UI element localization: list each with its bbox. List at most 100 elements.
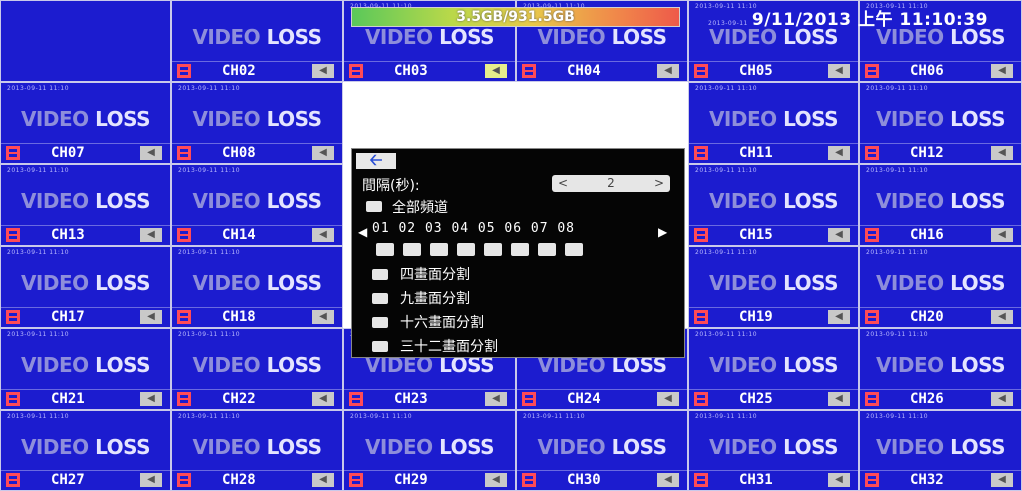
camera-tile[interactable]: 2013-09-11 11:10 VIDEO LOSS CH25 ◀	[688, 328, 859, 410]
speaker-icon[interactable]: ◀	[657, 473, 679, 487]
speaker-icon[interactable]: ◀	[312, 473, 334, 487]
tile-status-bar: CH03 ◀	[344, 61, 515, 81]
speaker-icon[interactable]: ◀	[485, 64, 507, 78]
speaker-icon[interactable]: ◀	[991, 64, 1013, 78]
increment-icon[interactable]: >	[654, 175, 664, 192]
loss-word: LOSS	[611, 435, 667, 459]
camera-tile[interactable]: VIDEO LOSS CH02 ◀	[171, 0, 343, 82]
channel-prev-icon[interactable]: ◀	[358, 225, 367, 239]
camera-tile[interactable]: 2013-09-11 11:10 VIDEO LOSS CH26 ◀	[859, 328, 1022, 410]
speaker-icon[interactable]: ◀	[312, 228, 334, 242]
speaker-icon[interactable]: ◀	[312, 64, 334, 78]
speaker-icon[interactable]: ◀	[140, 310, 162, 324]
camera-tile[interactable]: 2013-09-11 11:10 VIDEO LOSS CH16 ◀	[859, 164, 1022, 246]
camera-tile[interactable]: 2013-09-11 11:10 VIDEO LOSS CH14 ◀	[171, 164, 343, 246]
speaker-icon[interactable]: ◀	[828, 146, 850, 160]
camera-tile[interactable]: 2013-09-11 11:10 VIDEO LOSS CH31 ◀	[688, 410, 859, 491]
camera-tile[interactable]: 2013-09-11 11:10 VIDEO LOSS CH17 ◀	[0, 246, 171, 328]
loss-word: LOSS	[266, 353, 322, 377]
camera-tile[interactable]: 2013-09-11 11:10 VIDEO LOSS CH27 ◀	[0, 410, 171, 491]
camera-tile[interactable]: 2013-09-11 11:10 VIDEO LOSS CH30 ◀	[516, 410, 688, 491]
camera-tile[interactable]: 2013-09-11 11:10 VIDEO LOSS CH32 ◀	[859, 410, 1022, 491]
camera-tile[interactable]	[0, 0, 171, 82]
video-word: VIDEO	[875, 189, 944, 213]
tile-timestamp: 2013-09-11 11:10	[7, 249, 70, 256]
split-32-checkbox[interactable]	[372, 341, 388, 352]
back-button[interactable]: 🡠	[356, 152, 396, 169]
camera-tile[interactable]: 2013-09-11 11:10 VIDEO LOSS CH11 ◀	[688, 82, 859, 164]
video-loss-text: VIDEO LOSS	[860, 271, 1021, 295]
video-loss-text: VIDEO LOSS	[344, 25, 515, 49]
speaker-icon[interactable]: ◀	[991, 146, 1013, 160]
speaker-icon[interactable]: ◀	[140, 392, 162, 406]
record-icon	[6, 392, 20, 406]
loss-word: LOSS	[266, 25, 322, 49]
speaker-icon[interactable]: ◀	[828, 473, 850, 487]
speaker-icon[interactable]: ◀	[657, 64, 679, 78]
tile-timestamp: 2013-09-11 11:10	[178, 413, 241, 420]
loss-word: LOSS	[266, 107, 322, 131]
channel-checkbox[interactable]	[430, 243, 448, 256]
split-4-checkbox[interactable]	[372, 269, 388, 280]
channel-label: CH13	[51, 227, 85, 243]
camera-tile[interactable]: 2013-09-11 11:10 VIDEO LOSS CH12 ◀	[859, 82, 1022, 164]
camera-tile[interactable]: 2013-09-11 11:10 VIDEO LOSS CH19 ◀	[688, 246, 859, 328]
speaker-icon[interactable]: ◀	[485, 392, 507, 406]
tile-status-bar: CH16 ◀	[860, 225, 1021, 245]
channel-checkbox[interactable]	[403, 243, 421, 256]
video-word: VIDEO	[192, 435, 261, 459]
camera-tile[interactable]: 2013-09-11 11:10 VIDEO LOSS CH20 ◀	[859, 246, 1022, 328]
tile-timestamp: 2013-09-11 11:10	[695, 413, 758, 420]
loss-word: LOSS	[950, 107, 1006, 131]
tile-timestamp: 2013-09-11 11:10	[866, 331, 929, 338]
speaker-icon[interactable]: ◀	[828, 310, 850, 324]
camera-tile[interactable]: 2013-09-11 11:10 VIDEO LOSS CH29 ◀	[343, 410, 516, 491]
camera-tile[interactable]: 2013-09-11 11:10 VIDEO LOSS CH15 ◀	[688, 164, 859, 246]
camera-tile[interactable]: 2013-09-11 11:10 VIDEO LOSS CH08 ◀	[171, 82, 343, 164]
channel-checkbox[interactable]	[565, 243, 583, 256]
channel-checkbox[interactable]	[538, 243, 556, 256]
channel-checkbox[interactable]	[484, 243, 502, 256]
speaker-icon[interactable]: ◀	[828, 228, 850, 242]
camera-tile[interactable]: 2013-09-11 11:10 VIDEO LOSS CH07 ◀	[0, 82, 171, 164]
speaker-icon[interactable]: ◀	[312, 392, 334, 406]
video-loss-text: VIDEO LOSS	[689, 189, 858, 213]
channel-checkbox[interactable]	[457, 243, 475, 256]
tile-status-bar: CH14 ◀	[172, 225, 342, 245]
channel-next-icon[interactable]: ▶	[658, 225, 667, 239]
speaker-icon[interactable]: ◀	[312, 310, 334, 324]
channel-label: CH26	[910, 391, 944, 407]
speaker-icon[interactable]: ◀	[991, 392, 1013, 406]
sequence-menu: 🡠 間隔(秒): < 2 > 全部頻道 ◀ 01 02 03 04 05 06 …	[351, 148, 685, 358]
tile-status-bar: CH08 ◀	[172, 143, 342, 163]
speaker-icon[interactable]: ◀	[485, 473, 507, 487]
speaker-icon[interactable]: ◀	[828, 64, 850, 78]
speaker-icon[interactable]: ◀	[140, 228, 162, 242]
channel-label: CH05	[739, 63, 773, 79]
all-channels-checkbox[interactable]	[366, 201, 382, 212]
camera-tile[interactable]: 2013-09-11 11:10 VIDEO LOSS CH21 ◀	[0, 328, 171, 410]
channel-checkbox[interactable]	[376, 243, 394, 256]
camera-tile[interactable]: 2013-09-11 11:10 VIDEO LOSS CH22 ◀	[171, 328, 343, 410]
interval-stepper[interactable]: < 2 >	[552, 175, 670, 192]
camera-tile[interactable]: 2013-09-11 11:10 VIDEO LOSS CH13 ◀	[0, 164, 171, 246]
record-icon	[694, 473, 708, 487]
speaker-icon[interactable]: ◀	[140, 146, 162, 160]
speaker-icon[interactable]: ◀	[991, 310, 1013, 324]
channel-checkbox[interactable]	[511, 243, 529, 256]
video-loss-text: VIDEO LOSS	[517, 435, 687, 459]
record-icon	[865, 146, 879, 160]
speaker-icon[interactable]: ◀	[140, 473, 162, 487]
speaker-icon[interactable]: ◀	[312, 146, 334, 160]
speaker-icon[interactable]: ◀	[991, 473, 1013, 487]
channel-label: CH14	[222, 227, 256, 243]
speaker-icon[interactable]: ◀	[657, 392, 679, 406]
video-loss-text: VIDEO LOSS	[860, 435, 1021, 459]
record-icon	[865, 228, 879, 242]
speaker-icon[interactable]: ◀	[991, 228, 1013, 242]
speaker-icon[interactable]: ◀	[828, 392, 850, 406]
split-9-checkbox[interactable]	[372, 293, 388, 304]
camera-tile[interactable]: 2013-09-11 11:10 VIDEO LOSS CH18 ◀	[171, 246, 343, 328]
camera-tile[interactable]: 2013-09-11 11:10 VIDEO LOSS CH28 ◀	[171, 410, 343, 491]
split-16-checkbox[interactable]	[372, 317, 388, 328]
